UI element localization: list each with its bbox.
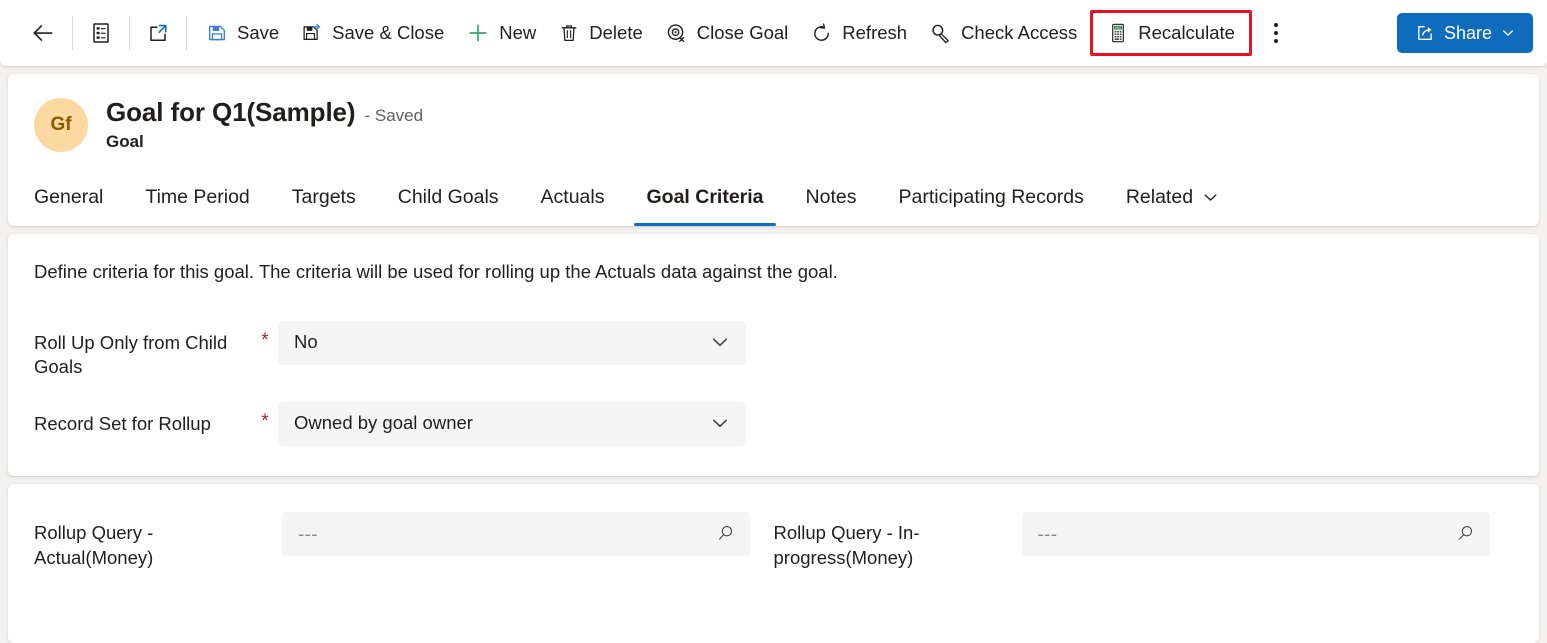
save-icon bbox=[206, 22, 228, 44]
tab-related[interactable]: Related bbox=[1114, 168, 1231, 226]
tab-list: General Time Period Targets Child Goals … bbox=[8, 168, 1539, 226]
more-commands-button[interactable] bbox=[1260, 11, 1292, 55]
save-label: Save bbox=[237, 22, 280, 43]
avatar: Gf bbox=[34, 98, 88, 152]
page-title: Goal for Q1(Sample) bbox=[106, 97, 356, 127]
field-label: Record Set for Rollup bbox=[34, 412, 211, 434]
record-titles: Goal for Q1(Sample) - Saved Goal bbox=[106, 96, 423, 152]
tab-label: Goal Criteria bbox=[646, 185, 764, 208]
chevron-down-icon bbox=[1501, 26, 1515, 40]
delete-label: Delete bbox=[589, 22, 643, 43]
recalculate-label: Recalculate bbox=[1138, 22, 1235, 43]
new-button[interactable]: New bbox=[455, 11, 547, 55]
plus-icon bbox=[466, 21, 490, 45]
chevron-down-icon bbox=[710, 413, 730, 433]
tab-label: Participating Records bbox=[898, 185, 1084, 208]
search-icon[interactable] bbox=[715, 523, 736, 544]
roll-up-only-select[interactable]: No bbox=[278, 320, 746, 365]
tab-label: Related bbox=[1125, 185, 1194, 208]
lookup-value: --- bbox=[298, 522, 318, 544]
criteria-description: Define criteria for this goal. The crite… bbox=[34, 261, 838, 282]
check-access-label: Check Access bbox=[961, 22, 1078, 43]
rollup-query-in-progress-lookup[interactable]: --- bbox=[1021, 511, 1490, 556]
close-goal-button[interactable]: Close Goal bbox=[654, 11, 800, 55]
key-icon bbox=[929, 22, 952, 45]
calculator-icon bbox=[1107, 22, 1129, 44]
field-label: Rollup Query - In-progress(Money) bbox=[773, 521, 920, 568]
tab-notes[interactable]: Notes bbox=[794, 168, 869, 226]
divider bbox=[72, 16, 73, 50]
pop-out-icon bbox=[146, 21, 170, 45]
save-state-text: - Saved bbox=[364, 106, 424, 125]
delete-button[interactable]: Delete bbox=[547, 11, 653, 55]
command-bar: Save Save & Close New Delete Close Goal … bbox=[0, 0, 1547, 66]
selected-value: No bbox=[294, 331, 318, 353]
field-label: Roll Up Only from Child Goals bbox=[34, 331, 228, 378]
back-arrow-icon bbox=[30, 20, 56, 46]
record-header: Gf Goal for Q1(Sample) - Saved Goal bbox=[8, 96, 1539, 152]
divider bbox=[129, 16, 130, 50]
goal-criteria-section: Define criteria for this goal. The crite… bbox=[8, 234, 1539, 476]
save-and-close-icon bbox=[301, 22, 323, 44]
refresh-icon bbox=[810, 22, 833, 45]
tab-general[interactable]: General bbox=[34, 168, 115, 226]
tab-label: Targets bbox=[291, 185, 356, 208]
field-label: Rollup Query - Actual(Money) bbox=[34, 521, 154, 568]
tab-label: Notes bbox=[805, 185, 857, 208]
required-indicator: * bbox=[261, 410, 269, 432]
tab-label: Actuals bbox=[540, 185, 605, 208]
rollup-query-section: Rollup Query - Actual(Money) --- Rollup … bbox=[8, 483, 1539, 643]
share-label: Share bbox=[1443, 22, 1492, 43]
field-record-set-for-rollup: Record Set for Rollup * Owned by goal ow… bbox=[34, 401, 1513, 446]
field-roll-up-only-from-child-goals: Roll Up Only from Child Goals * No bbox=[34, 320, 1513, 380]
back-button[interactable] bbox=[22, 11, 64, 55]
selected-value: Owned by goal owner bbox=[294, 412, 473, 434]
save-and-close-button[interactable]: Save & Close bbox=[290, 11, 455, 55]
form-list-icon bbox=[89, 21, 113, 45]
new-label: New bbox=[499, 22, 537, 43]
tab-goal-criteria[interactable]: Goal Criteria bbox=[634, 168, 776, 226]
tab-child-goals[interactable]: Child Goals bbox=[386, 168, 511, 226]
close-goal-icon bbox=[665, 22, 688, 45]
entity-name: Goal bbox=[106, 132, 144, 151]
share-icon bbox=[1415, 23, 1435, 43]
share-button[interactable]: Share bbox=[1396, 13, 1533, 53]
form-selector-button[interactable] bbox=[81, 11, 121, 55]
tab-label: Time Period bbox=[145, 185, 250, 208]
required-indicator: * bbox=[261, 329, 269, 351]
tab-actuals[interactable]: Actuals bbox=[529, 168, 617, 226]
tab-label: General bbox=[34, 185, 104, 208]
record-header-card: Gf Goal for Q1(Sample) - Saved Goal Gene… bbox=[8, 74, 1539, 226]
tab-targets[interactable]: Targets bbox=[280, 168, 368, 226]
save-button[interactable]: Save bbox=[195, 11, 290, 55]
recalculate-button[interactable]: Recalculate bbox=[1090, 10, 1252, 56]
chevron-down-icon bbox=[1202, 189, 1219, 206]
record-set-for-rollup-select[interactable]: Owned by goal owner bbox=[278, 401, 746, 446]
more-vertical-icon bbox=[1273, 21, 1278, 45]
tab-label: Child Goals bbox=[397, 185, 499, 208]
divider bbox=[186, 16, 187, 50]
lookup-value: --- bbox=[1037, 522, 1058, 544]
refresh-label: Refresh bbox=[842, 22, 908, 43]
chevron-down-icon bbox=[710, 332, 730, 352]
tab-participating-records[interactable]: Participating Records bbox=[886, 168, 1095, 226]
field-rollup-query-actual: Rollup Query - Actual(Money) --- bbox=[34, 511, 774, 571]
close-goal-label: Close Goal bbox=[696, 22, 789, 43]
refresh-button[interactable]: Refresh bbox=[799, 11, 918, 55]
search-icon[interactable] bbox=[1455, 523, 1476, 544]
pop-out-button[interactable] bbox=[138, 11, 178, 55]
field-rollup-query-in-progress: Rollup Query - In-progress(Money) --- bbox=[773, 511, 1514, 571]
trash-icon bbox=[558, 22, 580, 44]
rollup-query-actual-lookup[interactable]: --- bbox=[282, 511, 750, 556]
check-access-button[interactable]: Check Access bbox=[918, 11, 1088, 55]
app-root: Save Save & Close New Delete Close Goal … bbox=[0, 0, 1547, 643]
tab-time-period[interactable]: Time Period bbox=[133, 168, 261, 226]
save-and-close-label: Save & Close bbox=[332, 22, 445, 43]
